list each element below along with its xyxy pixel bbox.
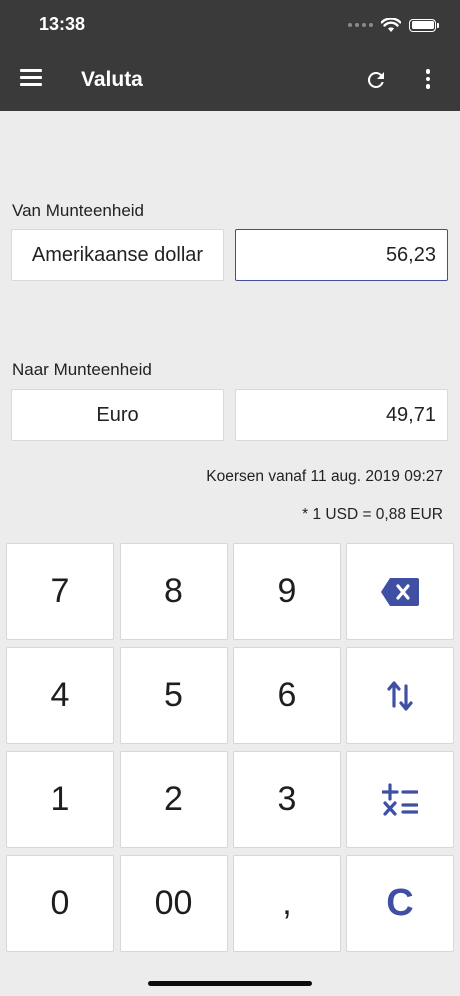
from-amount-field[interactable]: 56,23 (235, 229, 448, 281)
refresh-icon[interactable] (364, 68, 388, 92)
to-currency-label: Naar Munteenheid (12, 360, 152, 379)
key-8[interactable]: 8 (119, 543, 228, 640)
key-00[interactable]: 00 (119, 855, 228, 952)
key-3[interactable]: 3 (233, 751, 341, 848)
exchange-rate: * 1 USD = 0,88 EUR (302, 506, 443, 523)
status-icons (348, 14, 439, 36)
key-1[interactable]: 1 (6, 751, 114, 848)
more-vert-icon[interactable] (424, 69, 432, 91)
key-9[interactable]: 9 (233, 543, 341, 640)
signal-icon (348, 23, 373, 27)
from-currency-selector[interactable]: Amerikaanse dollar (11, 229, 224, 281)
calculator-button[interactable] (346, 751, 454, 848)
rates-timestamp: Koersen vanaf 11 aug. 2019 09:27 (206, 468, 443, 485)
wifi-icon (381, 17, 401, 32)
to-amount-field[interactable]: 49,71 (235, 389, 448, 441)
from-currency-label: Van Munteenheid (12, 201, 145, 220)
key-4[interactable]: 4 (6, 647, 114, 744)
to-currency-selector[interactable]: Euro (11, 389, 224, 441)
menu-icon[interactable] (20, 69, 42, 87)
key-7[interactable]: 7 (6, 543, 114, 640)
battery-icon (409, 18, 439, 32)
app-bar: 13:38 Valuta (0, 0, 460, 111)
backspace-icon (381, 577, 419, 606)
clear-button[interactable]: C (346, 855, 454, 952)
status-time: 13:38 (39, 14, 86, 34)
calculator-operations-icon (382, 782, 418, 816)
backspace-button[interactable] (346, 543, 454, 640)
home-indicator[interactable] (148, 981, 312, 986)
key-6[interactable]: 6 (233, 647, 341, 744)
swap-vertical-icon (387, 680, 413, 711)
key-comma[interactable]: , (233, 855, 341, 952)
key-2[interactable]: 2 (119, 751, 228, 848)
page-title: Valuta (81, 68, 143, 91)
swap-button[interactable] (346, 647, 454, 744)
key-5[interactable]: 5 (119, 647, 228, 744)
key-0[interactable]: 0 (6, 855, 114, 952)
